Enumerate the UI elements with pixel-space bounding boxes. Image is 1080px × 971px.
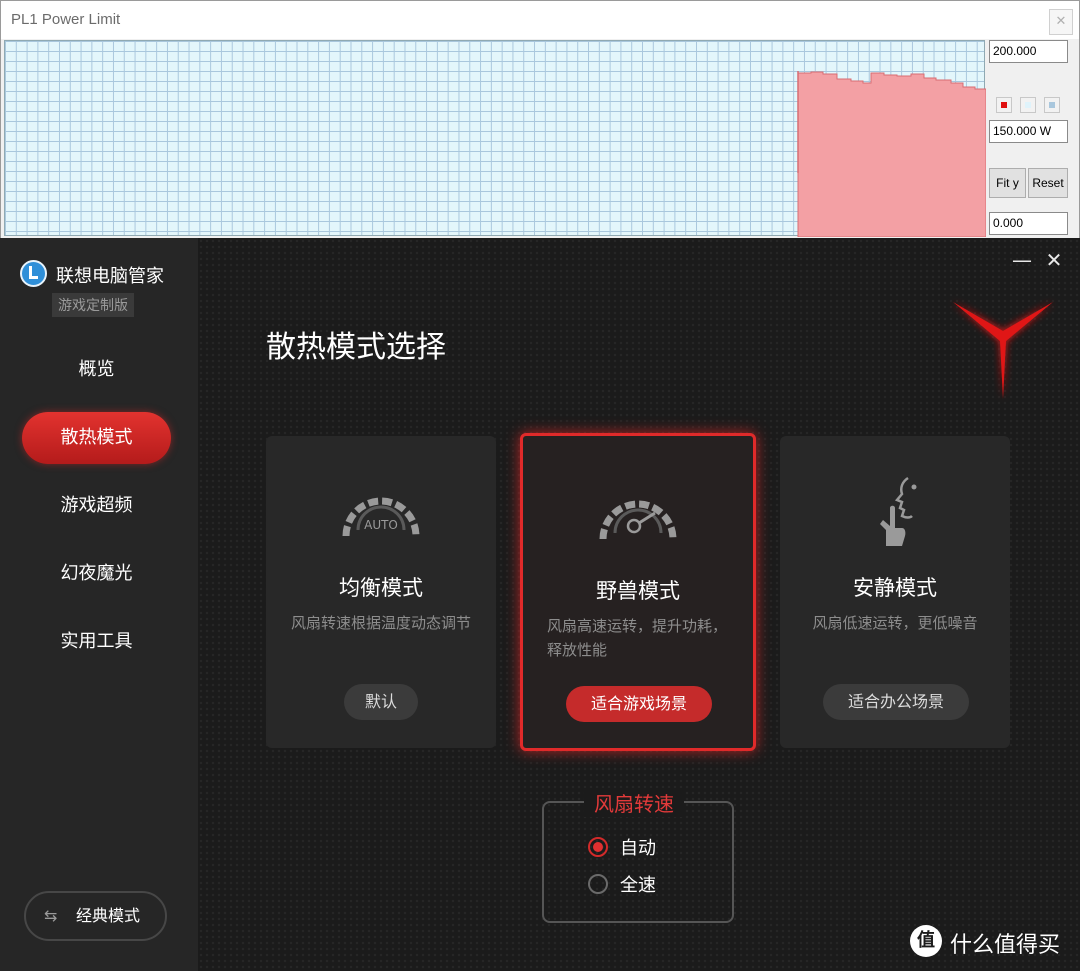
y-max-field[interactable]: 200.000 xyxy=(989,40,1068,63)
reset-button[interactable]: Reset xyxy=(1028,168,1068,198)
mode-tag-office: 适合办公场景 xyxy=(823,684,969,720)
quiet-gesture-icon xyxy=(780,472,1010,552)
legion-y-logo-icon xyxy=(953,302,1053,399)
mode-card-beast[interactable]: 野兽模式 风扇高速运转，提升功耗，释放性能 适合游戏场景 xyxy=(520,433,756,751)
main-panel: — ✕ 散热模式选择 AUTO 均衡模式 风扇转速根据温度动态调节 默认 野兽模… xyxy=(198,238,1080,971)
svg-text:AUTO: AUTO xyxy=(364,518,398,532)
mode-title: 野兽模式 xyxy=(596,579,680,603)
mode-card-quiet[interactable]: 安静模式 风扇低速运转，更低噪音 适合办公场景 xyxy=(780,436,1010,748)
swap-arrows-icon: ⇆ xyxy=(44,906,58,925)
page-title: 散热模式选择 xyxy=(266,330,446,365)
power-limit-monitor-window: PL1 Power Limit ✕ 200.000 150.000 W Fit … xyxy=(0,0,1080,240)
fan-option-full[interactable]: 全速 xyxy=(588,871,656,897)
power-area-graph xyxy=(797,71,986,237)
classic-mode-button[interactable]: ⇆ 经典模式 xyxy=(24,891,167,941)
sidebar: 联想电脑管家 游戏定制版 概览 散热模式 游戏超频 幻夜魔光 实用工具 ⇆ 经典… xyxy=(0,238,198,971)
current-value-field: 150.000 W xyxy=(989,120,1068,143)
fit-y-button[interactable]: Fit y xyxy=(989,168,1026,198)
speedometer-icon xyxy=(523,475,753,555)
monitor-title: PL1 Power Limit xyxy=(11,11,121,28)
toggle-background[interactable] xyxy=(1020,97,1036,113)
nav-lighting[interactable]: 幻夜魔光 xyxy=(22,548,171,600)
mode-description: 风扇转速根据温度动态调节 xyxy=(290,614,471,632)
close-icon[interactable]: ✕ xyxy=(1042,248,1066,272)
smzdm-logo-icon: 值 xyxy=(910,925,942,957)
mode-tag-default: 默认 xyxy=(344,684,418,720)
grid-swatch xyxy=(1049,102,1055,108)
nav-thermal-mode[interactable]: 散热模式 xyxy=(22,412,171,464)
radio-unchecked-icon[interactable] xyxy=(588,874,608,894)
minimize-icon[interactable]: — xyxy=(1010,248,1034,272)
mode-title: 均衡模式 xyxy=(339,576,423,600)
background-swatch xyxy=(1025,102,1031,108)
mode-description: 风扇高速运转，提升功耗，释放性能 xyxy=(547,617,728,659)
power-limit-plot xyxy=(4,40,986,237)
toggle-grid[interactable] xyxy=(1044,97,1060,113)
watermark-text: 什么值得买 xyxy=(950,933,1061,958)
radio-checked-icon[interactable] xyxy=(588,837,608,857)
mode-card-balanced[interactable]: AUTO 均衡模式 风扇转速根据温度动态调节 默认 xyxy=(266,436,496,748)
monitor-close-icon[interactable]: ✕ xyxy=(1049,9,1073,35)
red-series-swatch xyxy=(1001,102,1007,108)
nav-game-overclock[interactable]: 游戏超频 xyxy=(22,480,171,532)
fan-option-auto[interactable]: 自动 xyxy=(588,834,656,860)
nav-tools[interactable]: 实用工具 xyxy=(22,616,171,668)
nav-overview[interactable]: 概览 xyxy=(22,344,171,396)
mode-tag-gaming: 适合游戏场景 xyxy=(566,686,712,722)
edition-badge: 游戏定制版 xyxy=(52,293,134,317)
monitor-titlebar: PL1 Power Limit ✕ xyxy=(1,1,1079,39)
power-limit-area xyxy=(797,71,986,237)
mode-title: 安静模式 xyxy=(853,576,937,600)
y-min-field[interactable]: 0.000 xyxy=(989,212,1068,235)
lenovo-l-logo-icon xyxy=(20,260,47,287)
mode-description: 风扇低速运转，更低噪音 xyxy=(812,614,978,632)
classic-mode-label: 经典模式 xyxy=(76,906,141,925)
fan-option-label: 自动 xyxy=(620,838,656,859)
auto-gauge-icon: AUTO xyxy=(266,472,496,552)
fan-option-label: 全速 xyxy=(620,875,656,896)
lenovo-vantage-window: 联想电脑管家 游戏定制版 概览 散热模式 游戏超频 幻夜魔光 实用工具 ⇆ 经典… xyxy=(0,238,1080,971)
fan-speed-title: 风扇转速 xyxy=(584,788,684,817)
app-name: 联想电脑管家 xyxy=(56,266,164,287)
fan-speed-group: 风扇转速 自动 全速 xyxy=(542,788,734,923)
toggle-series-red[interactable] xyxy=(996,97,1012,113)
